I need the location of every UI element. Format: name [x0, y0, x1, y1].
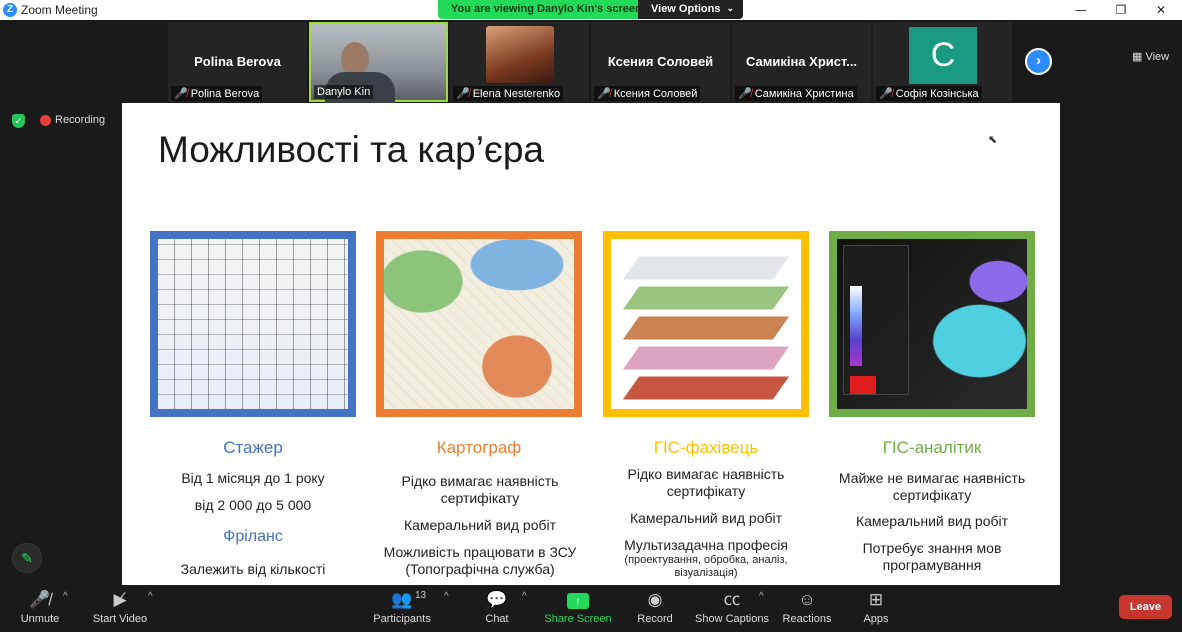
smiley-icon: ☺: [798, 590, 816, 609]
participant-label: 🎤̸ Самикіна Христина: [735, 86, 857, 101]
column-subtitle-freelance: Фріланс: [223, 528, 283, 545]
mic-muted-icon: 🎤̸: [738, 88, 752, 100]
recording-label: Recording: [55, 114, 106, 126]
captions-options-caret[interactable]: ^: [759, 591, 764, 602]
column-text: Майже не вимагає наявність сертифікату: [838, 470, 1026, 503]
participant-tile[interactable]: Самикіна Христ... 🎤̸ Самикіна Христина: [732, 22, 871, 102]
record-icon: ◉: [647, 590, 663, 609]
participant-label: Danylo Kin: [314, 85, 374, 99]
zoom-logo-icon: Z: [3, 3, 17, 17]
participant-label: 🎤̸ Ксения Соловей: [594, 86, 701, 101]
mic-muted-icon: 🎤̸: [597, 88, 611, 100]
slide-image-cadastral-map: [150, 231, 356, 417]
participant-label: 🎤̸ Polina Berova: [171, 86, 263, 101]
map-legend: [843, 245, 909, 395]
meeting-toolbar: 🎤̸ Unmute ^ ▶̸ Start Video ^ 👥 Participa…: [0, 585, 1182, 632]
profile-photo: [486, 26, 554, 83]
apps-button[interactable]: ⊞ Apps: [836, 589, 916, 625]
column-text: Рідко вимагає наявність сертифікату: [401, 473, 559, 506]
apps-icon: ⊞: [868, 590, 884, 609]
column-text: Від 1 місяця до 1 року: [181, 470, 325, 486]
chevron-right-icon: ›: [1036, 52, 1041, 69]
column-title-gis-specialist: ГІС-фахівець: [653, 438, 759, 457]
view-options-button[interactable]: View Options ⌄: [638, 0, 743, 19]
column-text-small: (проектування, обробка, аналіз, візуаліз…: [624, 554, 788, 579]
column-text: Рідко вимагає наявність сертифікату: [627, 466, 785, 499]
annotate-pencil-icon[interactable]: ✎: [12, 543, 42, 573]
cursor-icon: ⬉: [988, 134, 998, 146]
participant-name: Ксения Соловей: [607, 54, 714, 69]
participant-tile[interactable]: Ксения Соловей 🎤̸ Ксения Соловей: [591, 22, 730, 102]
gis-layer: [622, 286, 790, 310]
chat-options-caret[interactable]: ^: [522, 591, 527, 602]
column-text: Потребує знання мов програмування: [862, 540, 1002, 573]
participant-tile-active-speaker[interactable]: Danylo Kin: [309, 22, 448, 106]
participant-label: 🎤̸ Софія Козінська: [876, 86, 982, 101]
column-text: Мультизадачна професія: [624, 537, 788, 553]
close-button[interactable]: ✕: [1146, 1, 1176, 19]
view-button[interactable]: ▦ View: [1132, 50, 1169, 63]
participant-tile[interactable]: Polina Berova 🎤̸ Polina Berova: [168, 22, 307, 102]
slide-image-topographic-map: [376, 231, 582, 417]
chevron-down-icon: ⌄: [726, 3, 734, 13]
participant-label: 🎤̸ Elena Nesterenko: [453, 86, 564, 101]
column-text: Камеральний вид робіт: [629, 510, 783, 526]
mic-muted-icon: 🎤̸: [456, 88, 470, 100]
audio-options-caret[interactable]: ^: [63, 591, 68, 602]
record-dot-icon: [40, 115, 51, 126]
slide-image-gis-layers: [603, 231, 809, 417]
gis-layer: [622, 256, 790, 280]
column-text: Камеральний вид робіт: [855, 513, 1009, 529]
mic-muted-icon: 🎤̸: [879, 88, 893, 100]
participants-button[interactable]: 👥 Participants: [362, 589, 442, 625]
column-title-intern: Стажер: [223, 438, 283, 457]
leave-button[interactable]: Leave: [1119, 595, 1172, 619]
next-page-button[interactable]: ›: [1025, 48, 1052, 75]
participant-gallery: Polina Berova 🎤̸ Polina Berova Danylo Kin…: [0, 20, 1182, 106]
shared-slide: Можливості та кар’єра ⬉ Стажер Від 1 міс…: [122, 103, 1060, 585]
participants-options-caret[interactable]: ^: [444, 591, 449, 602]
participants-count: 13: [415, 590, 427, 601]
screen-share-banner: You are viewing Danylo Kin's screen View…: [438, 0, 743, 19]
participant-tile[interactable]: C 🎤̸ Софія Козінська: [873, 22, 1012, 102]
person-head: [341, 42, 369, 76]
gis-layer: [622, 316, 790, 340]
legend-badge: [850, 376, 876, 394]
shield-icon[interactable]: ✓: [12, 114, 25, 128]
reactions-button[interactable]: ☺ Reactions: [767, 589, 847, 625]
view-options-label: View Options: [651, 3, 721, 15]
participants-icon: 👥: [391, 590, 413, 609]
banner-text: You are viewing Danylo Kin's screen: [451, 3, 642, 15]
letter-avatar: C: [909, 27, 977, 84]
gis-layer: [622, 376, 790, 400]
slide-image-3d-viewer: [829, 231, 1035, 417]
slide-title: Можливості та кар’єра: [158, 129, 544, 170]
participant-name: Самикіна Христ...: [745, 54, 858, 69]
share-screen-icon: ↑: [538, 589, 618, 611]
column-title-cartographer: Картограф: [436, 438, 522, 457]
record-button[interactable]: ◉ Record: [615, 589, 695, 625]
legend-color-ramp: [850, 286, 862, 366]
video-options-caret[interactable]: ^: [148, 591, 153, 602]
column-text: Камеральний вид робіт: [403, 517, 557, 533]
share-screen-button[interactable]: ↑ Share Screen: [538, 589, 618, 625]
grid-icon: ▦: [1132, 51, 1143, 63]
mic-muted-icon: 🎤̸: [174, 88, 188, 100]
minimize-button[interactable]: —: [1066, 1, 1096, 19]
mic-muted-icon: 🎤̸: [29, 590, 51, 609]
window-title: Zoom Meeting: [21, 3, 98, 17]
restore-button[interactable]: ❐: [1106, 1, 1136, 19]
column-title-gis-analyst: ГІС-аналітик: [882, 438, 982, 457]
column-text: Можливість працювати в ЗСУ (Топографічна…: [383, 544, 577, 577]
participant-tile[interactable]: 🎤̸ Elena Nesterenko: [450, 22, 589, 102]
column-text: від 2 000 до 5 000: [194, 497, 312, 513]
participant-name: Polina Berova: [194, 54, 281, 69]
column-text: Залежить від кількості: [180, 561, 326, 577]
unmute-button[interactable]: 🎤̸ Unmute: [0, 589, 80, 625]
gis-layer: [622, 346, 790, 370]
